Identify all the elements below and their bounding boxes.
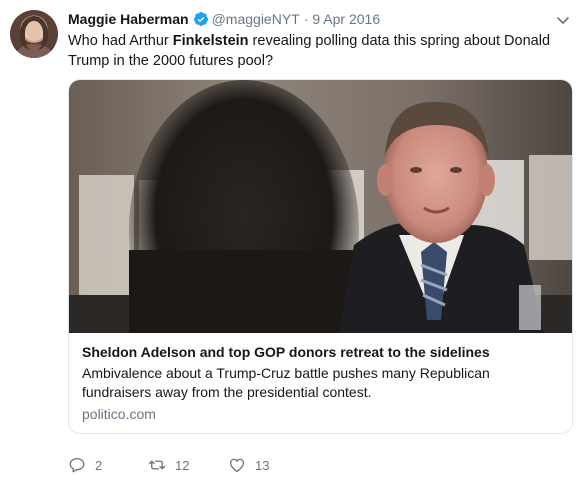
card-description: Ambivalence about a Trump-Cruz battle pu…	[82, 365, 490, 400]
avatar[interactable]	[10, 10, 58, 58]
reply-icon	[69, 457, 85, 473]
like-button[interactable]: 13	[228, 456, 308, 474]
retweet-icon	[148, 460, 166, 470]
tweet-text-bold: Finkelstein	[172, 33, 249, 49]
avatar-face	[26, 21, 42, 41]
like-count: 13	[255, 457, 270, 473]
tweet-timestamp[interactable]: 9 Apr 2016	[312, 11, 380, 27]
reply-count: 2	[95, 457, 103, 473]
reply-button[interactable]: 2	[68, 456, 148, 474]
tweet-content: Maggie Haberman @maggieNYT · 9 Apr 2016 …	[68, 10, 573, 434]
verified-badge-icon	[193, 12, 208, 26]
card-image	[69, 80, 572, 333]
author-name[interactable]: Maggie Haberman	[68, 11, 189, 27]
link-card[interactable]: Sheldon Adelson and top GOP donors retre…	[68, 79, 573, 434]
author-handle[interactable]: @maggieNYT	[212, 11, 300, 27]
tweet-actions: 2 12 13	[68, 455, 308, 475]
retweet-button[interactable]: 12	[148, 456, 228, 474]
tweet-text-before: Who had Arthur	[68, 33, 173, 49]
tweet[interactable]: Maggie Haberman @maggieNYT · 9 Apr 2016 …	[0, 0, 583, 480]
card-domain: politico.com	[82, 406, 156, 422]
card-title[interactable]: Sheldon Adelson and top GOP donors retre…	[82, 343, 560, 362]
separator-dot: ·	[303, 11, 309, 27]
tweet-text: Who had Arthur Finkelstein revealing pol…	[68, 31, 558, 71]
card-body: Sheldon Adelson and top GOP donors retre…	[69, 333, 572, 424]
tweet-header: Maggie Haberman @maggieNYT · 9 Apr 2016	[68, 10, 571, 28]
heart-icon	[229, 458, 245, 473]
retweet-count: 12	[175, 457, 190, 473]
